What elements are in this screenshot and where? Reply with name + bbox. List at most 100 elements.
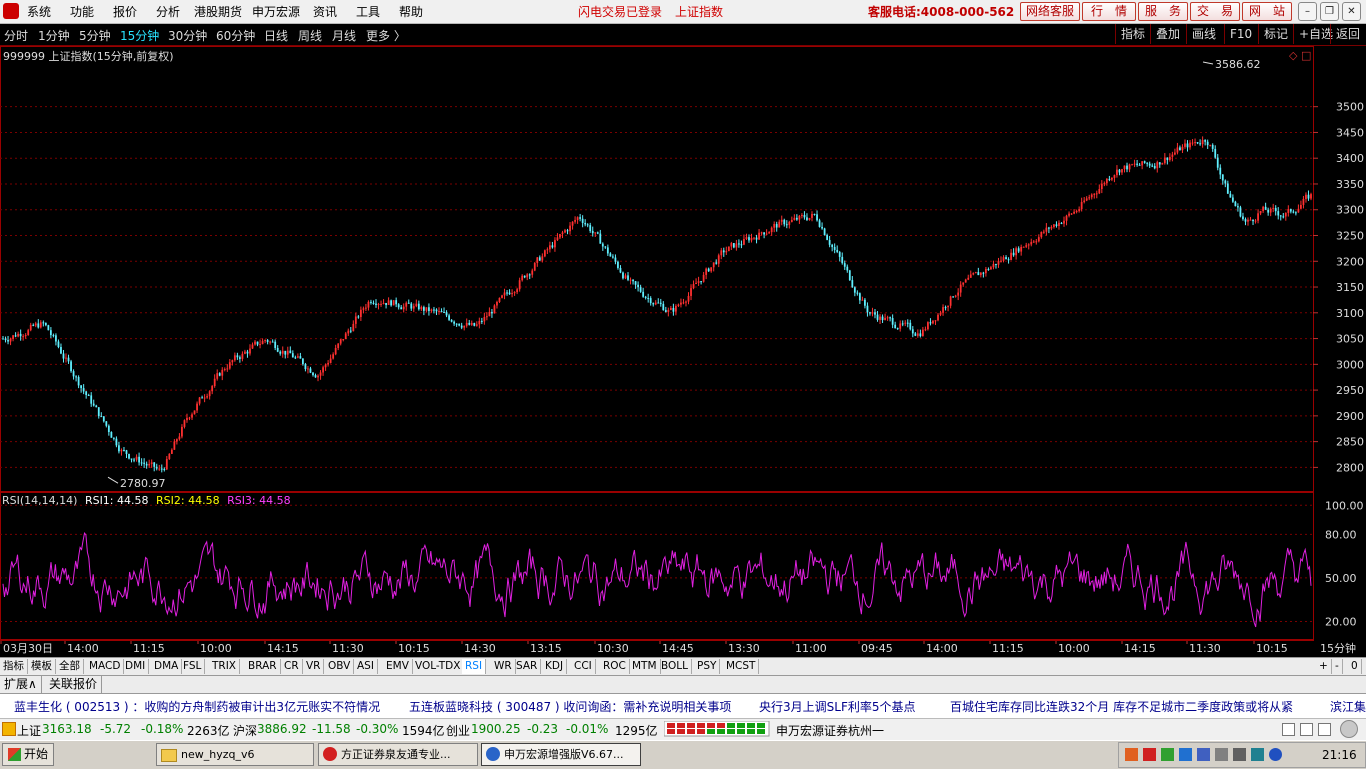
indicator-tab-指标[interactable]: 指标 — [0, 659, 28, 674]
tool-indicator[interactable]: 指标 — [1115, 24, 1150, 44]
news-item[interactable]: 蓝丰生化 ( 002513 ) ：收购的方舟制药被审计出3亿元账实不符情况 — [14, 698, 380, 715]
indicator-tab-cr[interactable]: CR — [281, 659, 303, 674]
online-service-button[interactable]: 网络客服 — [1020, 2, 1080, 21]
indicator-tab-模板[interactable]: 模板 — [28, 659, 56, 674]
trade-button[interactable]: 交 易 — [1190, 2, 1240, 21]
period-30min[interactable]: 30分钟 — [168, 27, 207, 44]
task-swhy[interactable]: 申万宏源增强版V6.67... — [481, 743, 641, 766]
indicator-tab-kdj[interactable]: KDJ — [542, 659, 568, 674]
start-button[interactable]: 开始 — [2, 743, 54, 766]
menu-swhy[interactable]: 申万宏源 — [252, 3, 300, 20]
candle-body — [135, 456, 138, 460]
reset-zoom-button[interactable]: 0 — [1348, 659, 1362, 674]
tool-back[interactable]: 返回 — [1330, 24, 1365, 44]
period-day[interactable]: 日线 — [264, 27, 288, 44]
tray-app-icon[interactable] — [1143, 748, 1156, 761]
tray-app-icon[interactable] — [1251, 748, 1264, 761]
period-month[interactable]: 月线 — [332, 27, 356, 44]
candle-body — [816, 214, 818, 221]
indicator-tab-全部[interactable]: 全部 — [56, 659, 84, 674]
indicator-tab-trix[interactable]: TRIX — [209, 659, 240, 674]
candle-body — [581, 218, 584, 223]
connection-icon[interactable] — [1340, 720, 1358, 738]
restore-icon[interactable]: ❐ — [1320, 2, 1339, 21]
zoom-in-button[interactable]: + — [1316, 659, 1332, 674]
sh-value: 3163.18 — [42, 722, 92, 736]
indicator-tab-dmi[interactable]: DMI — [122, 659, 150, 674]
indicator-tab-asi[interactable]: ASI — [354, 659, 378, 674]
zoom-out-button[interactable]: - — [1332, 659, 1343, 674]
menu-news[interactable]: 资讯 — [313, 3, 337, 20]
checkbox-icon[interactable] — [1282, 723, 1295, 736]
index-link[interactable]: 上证指数 — [675, 3, 723, 20]
indicator-tab-sar[interactable]: SAR — [513, 659, 542, 674]
tray-app-icon[interactable] — [1125, 748, 1138, 761]
indicator-tab-mtm[interactable]: MTM — [629, 659, 661, 674]
menu-function[interactable]: 功能 — [70, 3, 94, 20]
indicator-tab-emv[interactable]: EMV — [383, 659, 413, 674]
time-label: 14:45 — [662, 642, 694, 655]
period-intraday[interactable]: 分时 — [4, 27, 28, 44]
candlestick-chart[interactable]: 2800 2850 2900 2950 3000 3050 3100 3150 3200 3250… — [0, 46, 1366, 492]
menu-tools[interactable]: 工具 — [356, 3, 380, 20]
tray-app-icon[interactable] — [1179, 748, 1192, 761]
tool-mark[interactable]: 标记 — [1258, 24, 1293, 44]
indicator-tab-vr[interactable]: VR — [303, 659, 325, 674]
indicator-tab-mcst[interactable]: MCST — [723, 659, 760, 674]
menu-quote[interactable]: 报价 — [113, 3, 137, 20]
news-item[interactable]: 滨江集 — [1330, 698, 1366, 715]
menu-analysis[interactable]: 分析 — [156, 3, 180, 20]
period-15min[interactable]: 15分钟 — [120, 27, 159, 44]
indicator-tab-obv[interactable]: OBV — [325, 659, 355, 674]
app-logo-icon[interactable] — [3, 3, 19, 19]
indicator-tab-wr[interactable]: WR — [491, 659, 516, 674]
market-button[interactable]: 行 情 — [1082, 2, 1136, 21]
tool-f10[interactable]: F10 — [1224, 24, 1257, 44]
rsi-chart[interactable]: 20.00 50.00 80.00 100.00 — [0, 492, 1366, 640]
checkbox-icon[interactable] — [1318, 723, 1331, 736]
close-icon[interactable]: ✕ — [1342, 2, 1361, 21]
candle-body — [841, 256, 844, 264]
minimize-icon[interactable]: – — [1298, 2, 1317, 21]
indicator-tab-vol-tdx[interactable]: VOL-TDX — [412, 659, 465, 674]
tool-overlay[interactable]: 叠加 — [1150, 24, 1185, 44]
bluetooth-icon[interactable] — [1269, 748, 1282, 761]
menu-system[interactable]: 系统 — [27, 3, 51, 20]
period-60min[interactable]: 60分钟 — [216, 27, 255, 44]
indicator-tab-fsl[interactable]: FSL — [180, 659, 206, 674]
indicator-tab-rsi[interactable]: RSI — [462, 659, 487, 674]
volume-icon[interactable] — [1233, 748, 1246, 761]
candle-body — [914, 333, 917, 336]
indicator-tab-psy[interactable]: PSY — [694, 659, 721, 674]
indicator-tab-dma[interactable]: DMA — [151, 659, 183, 674]
service-button[interactable]: 服 务 — [1138, 2, 1188, 21]
tray-app-icon[interactable] — [1161, 748, 1174, 761]
checkbox-icon[interactable] — [1300, 723, 1313, 736]
candle-body — [24, 335, 27, 337]
candle-body — [806, 217, 808, 220]
website-button[interactable]: 网 站 — [1242, 2, 1292, 21]
indicator-tab-cci[interactable]: CCI — [571, 659, 596, 674]
indicator-tab-roc[interactable]: ROC — [600, 659, 630, 674]
related-quote-tab[interactable]: 关联报价 — [45, 676, 103, 693]
indicator-tab-brar[interactable]: BRAR — [245, 659, 281, 674]
indicator-tab-macd[interactable]: MACD — [86, 659, 125, 674]
network-icon[interactable] — [1215, 748, 1228, 761]
period-1min[interactable]: 1分钟 — [38, 27, 70, 44]
period-more[interactable]: 更多 〉 — [366, 27, 406, 44]
menu-hk-futures[interactable]: 港股期货 — [194, 3, 242, 20]
period-5min[interactable]: 5分钟 — [79, 27, 111, 44]
task-folder[interactable]: new_hyzq_v6 — [156, 743, 314, 766]
news-item[interactable]: 五连板蓝晓科技 ( 300487 ) 收问询函：需补充说明相关事项 — [409, 698, 731, 715]
indicator-tab-boll[interactable]: BOLL — [658, 659, 692, 674]
candle-body — [712, 262, 715, 268]
candle-body — [1239, 207, 1242, 217]
tray-app-icon[interactable] — [1197, 748, 1210, 761]
tool-draw[interactable]: 画线 — [1186, 24, 1221, 44]
task-fangzheng[interactable]: 方正证券泉友通专业... — [318, 743, 478, 766]
news-item[interactable]: 百城住宅库存同比连跌32个月 库存不足城市二季度政策或将从紧 — [950, 698, 1293, 715]
period-week[interactable]: 周线 — [298, 27, 322, 44]
expand-tab[interactable]: 扩展∧ — [0, 676, 42, 693]
news-item[interactable]: 央行3月上调SLF利率5个基点 — [759, 698, 915, 715]
menu-help[interactable]: 帮助 — [399, 3, 423, 20]
